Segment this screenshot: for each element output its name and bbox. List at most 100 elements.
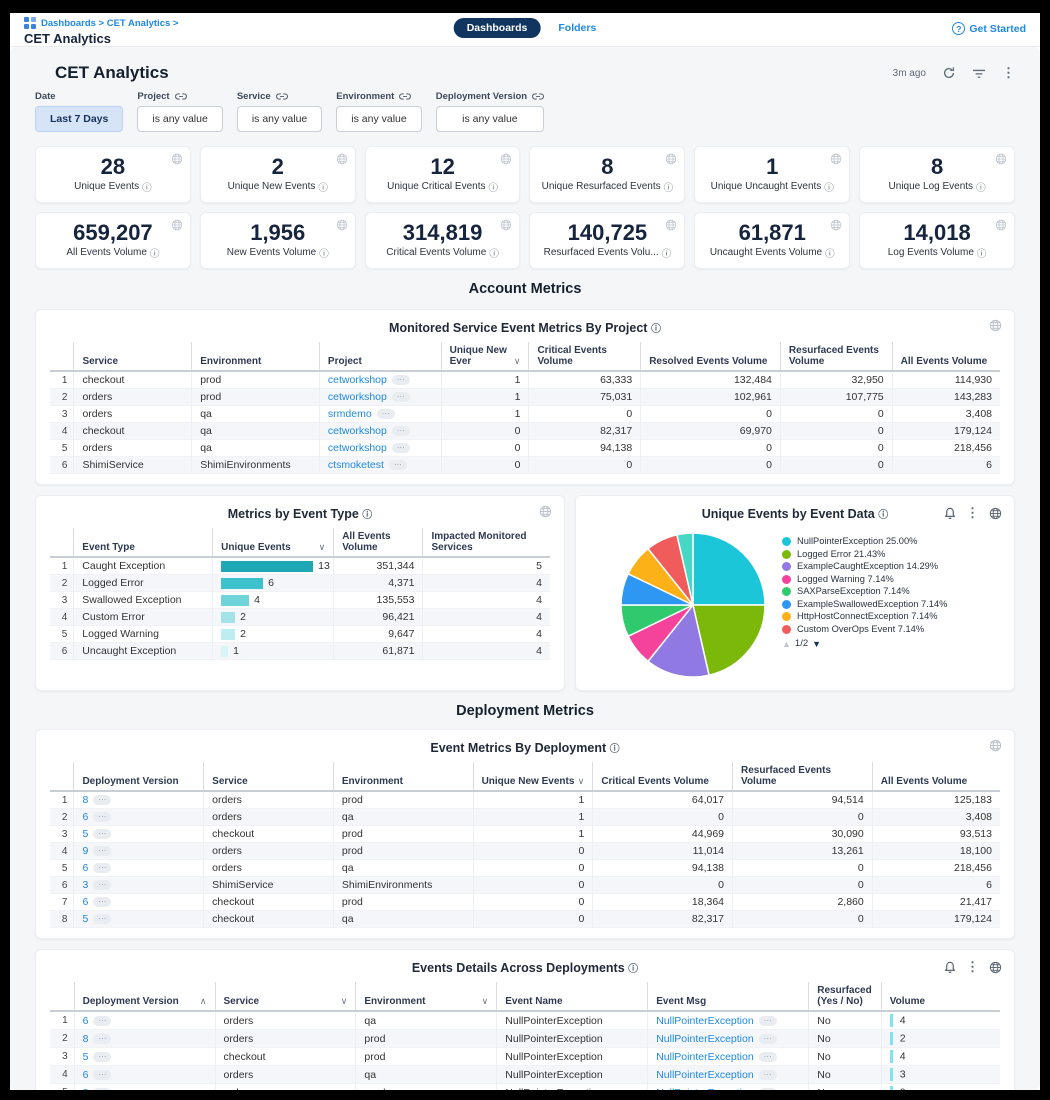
info-icon[interactable]: ⓘ: [824, 180, 834, 194]
cell-link[interactable]: 6: [83, 1015, 89, 1027]
table-row[interactable]: 3Swallowed Exception4135,5534: [50, 592, 550, 609]
info-icon[interactable]: ⓘ: [662, 246, 672, 260]
info-icon[interactable]: ⓘ: [142, 180, 152, 194]
ellipsis-pill[interactable]: ···: [93, 846, 111, 856]
column-header[interactable]: Service∨: [215, 982, 356, 1011]
table-row[interactable]: 35···checkoutprod144,96930,09093,513: [50, 826, 1000, 843]
ellipsis-pill[interactable]: ···: [93, 1052, 111, 1062]
breadcrumb[interactable]: Dashboards > CET Analytics >: [24, 17, 178, 29]
table-row[interactable]: 4Custom Error296,4214: [50, 609, 550, 626]
filter-value-button[interactable]: Last 7 Days: [35, 106, 123, 132]
ellipsis-pill[interactable]: ···: [759, 1052, 777, 1062]
info-icon[interactable]: ⓘ: [977, 246, 987, 260]
info-icon[interactable]: ⓘ: [651, 324, 661, 335]
ellipsis-pill[interactable]: ···: [759, 1034, 777, 1044]
ellipsis-pill[interactable]: ···: [93, 1034, 111, 1044]
ellipsis-pill[interactable]: ···: [93, 1016, 111, 1026]
column-header[interactable]: Service: [204, 762, 334, 791]
info-icon[interactable]: ⓘ: [628, 964, 638, 975]
ellipsis-pill[interactable]: ···: [759, 1070, 777, 1080]
column-header[interactable]: Unique New Ever∨: [441, 342, 529, 371]
column-header[interactable]: Event Name: [497, 982, 648, 1011]
legend-prev-button[interactable]: ▲: [782, 639, 791, 649]
panel-menu-button[interactable]: ⋮: [966, 959, 979, 975]
column-header[interactable]: Impacted Monitored Services: [423, 528, 550, 557]
cell-link[interactable]: cetworkshop: [328, 391, 387, 403]
ellipsis-pill[interactable]: ···: [377, 409, 395, 419]
info-icon[interactable]: ⓘ: [976, 180, 986, 194]
info-icon[interactable]: ⓘ: [825, 246, 835, 260]
cell-link[interactable]: 6: [82, 811, 88, 823]
column-header[interactable]: Resurfaced (Yes / No): [809, 982, 881, 1011]
table-row[interactable]: 1checkoutprodcetworkshop···163,333132,48…: [50, 371, 1000, 389]
cell-link[interactable]: cetworkshop: [328, 374, 387, 386]
ellipsis-pill[interactable]: ···: [93, 795, 111, 805]
table-row[interactable]: 6Uncaught Exception161,8714: [50, 643, 550, 660]
cell-link[interactable]: srmdemo: [328, 408, 372, 420]
info-icon[interactable]: ⓘ: [319, 246, 329, 260]
cell-link[interactable]: ctsmoketest: [328, 459, 384, 471]
table-row[interactable]: 6ShimiServiceShimiEnvironmentsctsmoketes…: [50, 457, 1000, 474]
table-row[interactable]: 3ordersqasrmdemo···10003,408: [50, 406, 1000, 423]
ellipsis-pill[interactable]: ···: [93, 829, 111, 839]
tab-dashboards[interactable]: Dashboards: [454, 18, 541, 38]
ellipsis-pill[interactable]: ···: [93, 863, 111, 873]
info-icon[interactable]: ⓘ: [878, 510, 888, 521]
column-header[interactable]: Deployment Version: [74, 762, 204, 791]
column-header[interactable]: All Events Volume: [872, 762, 1000, 791]
panel-menu-button[interactable]: ⋮: [966, 505, 979, 521]
column-header[interactable]: Environment∨: [356, 982, 497, 1011]
info-icon[interactable]: ⓘ: [362, 510, 372, 521]
cell-link[interactable]: NullPointerException: [656, 1051, 753, 1063]
table-row[interactable]: 18···ordersprod164,01794,514125,183: [50, 791, 1000, 809]
dashboard-menu-button[interactable]: ⋮: [1002, 65, 1015, 81]
column-header[interactable]: All Events Volume: [892, 342, 1000, 371]
cell-link[interactable]: 6: [82, 862, 88, 874]
column-header[interactable]: Resurfaced Events Volume: [780, 342, 892, 371]
column-header[interactable]: Resolved Events Volume: [641, 342, 781, 371]
refresh-button[interactable]: [942, 66, 956, 80]
column-header[interactable]: Unique Events∨: [213, 528, 334, 557]
info-icon[interactable]: ⓘ: [664, 180, 674, 194]
table-row[interactable]: 58···ordersprodNullPointerExceptionNullP…: [50, 1084, 1000, 1091]
cell-link[interactable]: cetworkshop: [328, 425, 387, 437]
ellipsis-pill[interactable]: ···: [759, 1088, 777, 1090]
filter-value-button[interactable]: is any value: [436, 106, 544, 132]
cell-link[interactable]: 6: [82, 896, 88, 908]
table-row[interactable]: 46···ordersqaNullPointerExceptionNullPoi…: [50, 1066, 1000, 1084]
ellipsis-pill[interactable]: ···: [93, 880, 111, 890]
cell-link[interactable]: cetworkshop: [328, 442, 387, 454]
cell-link[interactable]: 5: [83, 1051, 89, 1063]
cell-link[interactable]: NullPointerException: [656, 1033, 753, 1045]
table-row[interactable]: 2ordersprodcetworkshop···175,031102,9611…: [50, 389, 1000, 406]
table-row[interactable]: 5ordersqacetworkshop···094,13800218,456: [50, 440, 1000, 457]
filter-value-button[interactable]: is any value: [336, 106, 421, 132]
ellipsis-pill[interactable]: ···: [392, 375, 410, 385]
table-row[interactable]: 5Logged Warning29,6474: [50, 626, 550, 643]
ellipsis-pill[interactable]: ···: [389, 460, 407, 470]
column-header[interactable]: Project: [319, 342, 441, 371]
column-header[interactable]: All Events Volume: [334, 528, 423, 557]
table-row[interactable]: 49···ordersprod011,01413,26118,100: [50, 843, 1000, 860]
cell-link[interactable]: NullPointerException: [656, 1087, 753, 1091]
column-header[interactable]: Service: [74, 342, 192, 371]
cell-link[interactable]: 8: [83, 1033, 89, 1045]
info-icon[interactable]: ⓘ: [318, 180, 328, 194]
table-row[interactable]: 76···checkoutprod018,3642,86021,417: [50, 894, 1000, 911]
cell-link[interactable]: NullPointerException: [656, 1069, 753, 1081]
get-started-link[interactable]: ? Get Started: [952, 22, 1026, 35]
filter-value-button[interactable]: is any value: [137, 106, 222, 132]
cell-link[interactable]: 8: [83, 1087, 89, 1091]
column-header[interactable]: Environment: [333, 762, 473, 791]
column-header[interactable]: Resurfaced Events Volume: [733, 762, 873, 791]
ellipsis-pill[interactable]: ···: [93, 897, 111, 907]
pie-slice[interactable]: [693, 533, 765, 605]
bell-icon[interactable]: [944, 507, 956, 520]
cell-link[interactable]: 9: [82, 845, 88, 857]
info-icon[interactable]: ⓘ: [489, 180, 499, 194]
info-icon[interactable]: ⓘ: [610, 744, 620, 755]
ellipsis-pill[interactable]: ···: [392, 392, 410, 402]
column-header[interactable]: Unique New Events∨: [473, 762, 593, 791]
ellipsis-pill[interactable]: ···: [93, 1070, 111, 1080]
info-icon[interactable]: ⓘ: [150, 246, 160, 260]
